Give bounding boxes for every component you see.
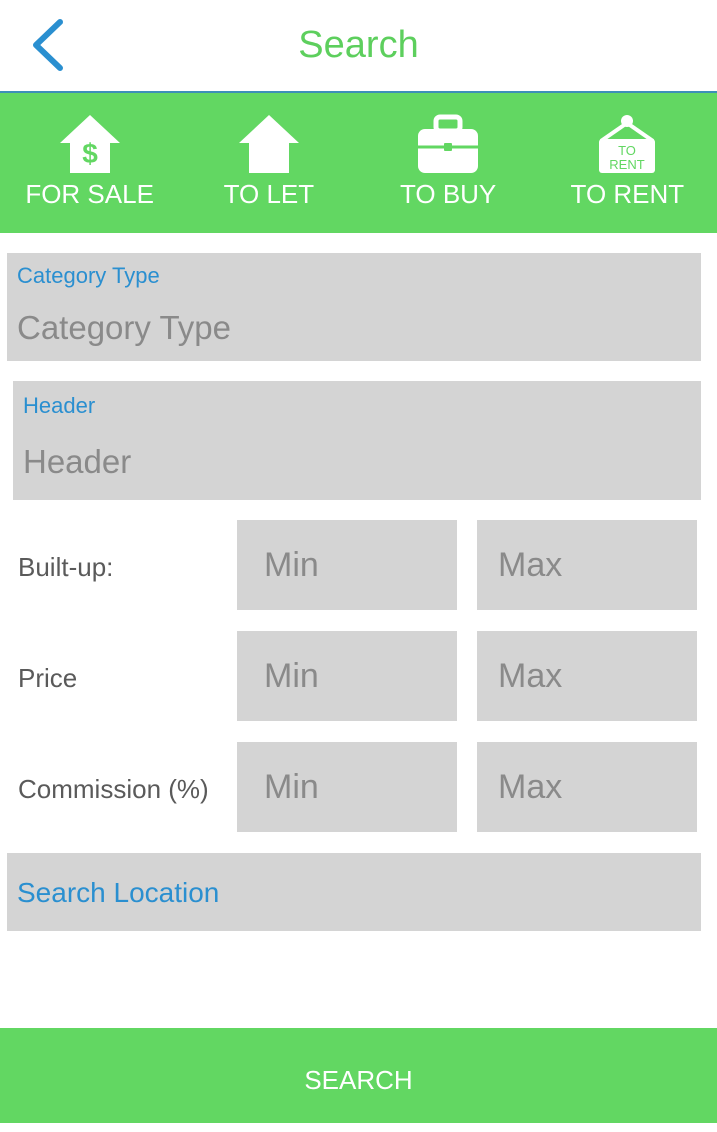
page-title: Search <box>298 24 419 66</box>
tab-to-rent[interactable]: TO RENT TO RENT <box>538 93 717 233</box>
house-dollar-icon: $ <box>59 115 120 173</box>
listing-type-tabs: $ FOR SALE TO LET TO BUY TO RENT TO RENT <box>0 93 717 233</box>
built-up-min-placeholder: Min <box>264 546 319 584</box>
commission-label: Commission (%) <box>18 774 209 804</box>
price-max-input[interactable]: Max <box>477 631 697 721</box>
price-min-input[interactable]: Min <box>237 631 457 721</box>
tab-to-buy[interactable]: TO BUY <box>359 93 538 233</box>
search-button[interactable]: SEARCH <box>0 1028 717 1123</box>
header-label: Header <box>23 393 96 418</box>
category-type-label: Category Type <box>17 263 160 288</box>
tab-label: FOR SALE <box>25 179 154 209</box>
commission-min-input[interactable]: Min <box>237 742 457 832</box>
built-up-label: Built-up: <box>18 552 114 582</box>
category-type-field[interactable]: Category Type Category Type <box>7 253 701 361</box>
to-rent-sign-icon: TO RENT <box>599 115 656 173</box>
tab-to-let[interactable]: TO LET <box>179 93 358 233</box>
built-up-max-input[interactable]: Max <box>477 520 697 610</box>
price-min-placeholder: Min <box>264 657 319 695</box>
svg-text:TO: TO <box>618 143 636 158</box>
tab-label: TO BUY <box>399 179 497 209</box>
commission-max-input[interactable]: Max <box>477 742 697 832</box>
built-up-max-placeholder: Max <box>498 546 563 584</box>
tab-label: TO RENT <box>570 179 685 209</box>
commission-max-placeholder: Max <box>498 768 563 806</box>
price-label: Price <box>18 663 78 693</box>
search-button-label: SEARCH <box>304 1065 413 1095</box>
header-placeholder: Header <box>23 443 132 480</box>
svg-text:$: $ <box>82 138 98 169</box>
category-type-placeholder: Category Type <box>17 309 232 346</box>
house-icon <box>238 115 299 173</box>
briefcase-icon <box>418 114 479 173</box>
tab-label: TO LET <box>223 179 315 209</box>
search-location-placeholder: Search Location <box>17 877 220 908</box>
svg-text:RENT: RENT <box>610 157 645 172</box>
app-header: Search <box>0 0 717 93</box>
built-up-min-input[interactable]: Min <box>237 520 457 610</box>
search-location-field[interactable]: Search Location <box>7 853 701 931</box>
tab-for-sale[interactable]: $ FOR SALE <box>0 93 179 233</box>
price-max-placeholder: Max <box>498 657 563 695</box>
commission-min-placeholder: Min <box>264 768 319 806</box>
header-field[interactable]: Header Header <box>13 381 701 500</box>
